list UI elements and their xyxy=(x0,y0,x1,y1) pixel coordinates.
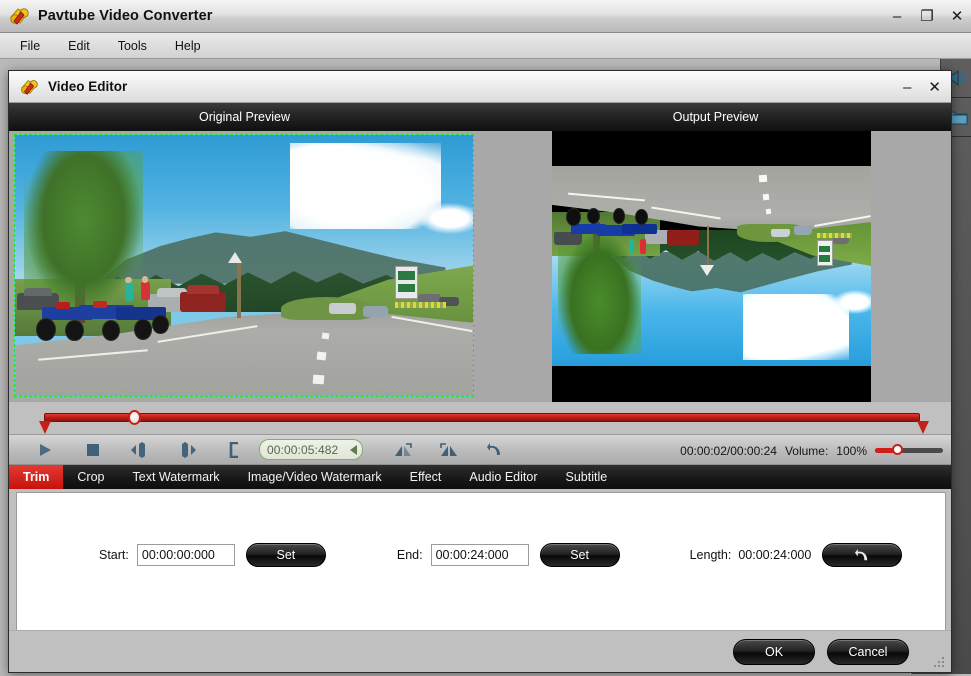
volume-label: Volume: xyxy=(784,443,829,458)
editor-tab-bar: Trim Crop Text Watermark Image/Video Wat… xyxy=(9,465,951,489)
ok-button[interactable]: OK xyxy=(733,638,815,665)
dialog-close-button[interactable]: ✕ xyxy=(928,80,941,95)
volume-slider-handle[interactable] xyxy=(892,444,903,455)
tab-text-watermark[interactable]: Text Watermark xyxy=(119,465,234,489)
trim-reset-button[interactable] xyxy=(822,543,903,567)
play-button[interactable] xyxy=(27,437,63,463)
output-video-frame xyxy=(552,166,871,366)
maximize-button[interactable]: ❐ xyxy=(919,9,935,25)
end-time-input[interactable]: 00:00:24:000 xyxy=(430,544,529,566)
start-set-button[interactable]: Set xyxy=(245,543,326,567)
flip-vertical-button[interactable] xyxy=(431,437,467,463)
dialog-title: Video Editor xyxy=(48,79,128,94)
trim-panel: Start: 00:00:00:000 Set End: 00:00:24:00… xyxy=(16,492,946,631)
reset-button[interactable] xyxy=(477,437,513,463)
start-time-input[interactable]: 00:00:00:000 xyxy=(136,544,235,566)
current-time-value: 00:00:05:482 xyxy=(267,442,339,457)
close-button[interactable]: ✕ xyxy=(949,9,965,25)
stop-button[interactable] xyxy=(75,437,111,463)
tab-subtitle[interactable]: Subtitle xyxy=(552,465,622,489)
dialog-title-bar: Video Editor – ✕ xyxy=(9,71,951,103)
end-set-button[interactable]: Set xyxy=(539,543,620,567)
app-title: Pavtube Video Converter xyxy=(38,8,213,24)
undo-arrow-icon xyxy=(854,548,867,560)
menu-item-edit[interactable]: Edit xyxy=(54,36,104,56)
tab-trim[interactable]: Trim xyxy=(9,465,64,489)
menu-item-tools[interactable]: Tools xyxy=(104,36,161,56)
playback-info: 00:00:02/00:00:24 Volume: 100% xyxy=(680,435,943,466)
trim-end-marker[interactable] xyxy=(917,421,929,434)
flip-horizontal-button[interactable] xyxy=(385,437,421,463)
set-marker-button[interactable] xyxy=(217,437,253,463)
previous-frame-button[interactable] xyxy=(123,437,159,463)
pavtube-logo-icon xyxy=(19,77,39,97)
volume-slider[interactable] xyxy=(875,444,943,455)
volume-value: 100% xyxy=(836,443,867,458)
original-preview-label: Original Preview xyxy=(198,110,290,124)
preview-header-bar: Original Preview Output Preview xyxy=(9,103,951,131)
end-label: End: xyxy=(396,548,423,562)
time-spinner-icon[interactable] xyxy=(350,445,357,455)
tab-audio-editor[interactable]: Audio Editor xyxy=(455,465,551,489)
tab-crop[interactable]: Crop xyxy=(63,465,118,489)
dialog-window-controls: – ✕ xyxy=(903,71,941,103)
original-preview-video[interactable] xyxy=(14,134,474,397)
start-label: Start: xyxy=(99,548,129,562)
trim-start-marker[interactable] xyxy=(39,421,51,434)
pavtube-logo-icon xyxy=(8,5,30,27)
tab-image-video-watermark[interactable]: Image/Video Watermark xyxy=(234,465,396,489)
menu-bar: File Edit Tools Help xyxy=(0,33,971,59)
playback-control-bar: 00:00:05:482 00:00:02/00:00:24 Volume: 1… xyxy=(9,434,951,465)
trim-controls-row: Start: 00:00:00:000 Set End: 00:00:24:00… xyxy=(17,540,945,570)
preview-area xyxy=(9,131,951,402)
minimize-button[interactable]: – xyxy=(889,9,905,25)
length-value: 00:00:24:000 xyxy=(738,548,812,562)
dialog-resize-grip[interactable] xyxy=(933,655,945,667)
tab-effect[interactable]: Effect xyxy=(396,465,456,489)
timeline-track[interactable] xyxy=(44,413,920,422)
current-time-input[interactable]: 00:00:05:482 xyxy=(259,439,363,460)
window-controls: – ❐ ✕ xyxy=(889,0,965,33)
output-preview-video[interactable] xyxy=(552,131,871,402)
next-frame-button[interactable] xyxy=(169,437,205,463)
dialog-minimize-button[interactable]: – xyxy=(903,80,911,95)
output-preview-label: Output Preview xyxy=(672,110,759,124)
menu-item-help[interactable]: Help xyxy=(161,36,215,56)
video-editor-dialog: Video Editor – ✕ Original Preview Output… xyxy=(8,70,952,673)
cancel-button[interactable]: Cancel xyxy=(827,638,909,665)
length-label: Length: xyxy=(689,548,732,562)
dialog-footer: OK Cancel xyxy=(9,630,951,672)
elapsed-total-time: 00:00:02/00:00:24 xyxy=(680,443,777,458)
menu-item-file[interactable]: File xyxy=(6,36,54,56)
timeline-scrubber[interactable] xyxy=(9,402,951,434)
app-title-bar: Pavtube Video Converter – ❐ ✕ xyxy=(0,0,971,33)
original-video-frame xyxy=(15,135,473,396)
timeline-playhead-handle[interactable] xyxy=(128,410,141,425)
